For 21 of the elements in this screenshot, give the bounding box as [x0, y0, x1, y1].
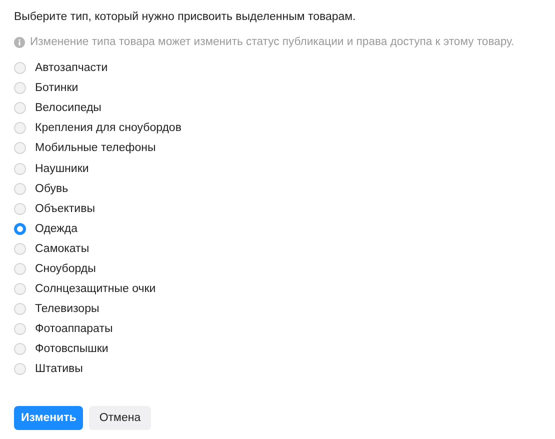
option-label[interactable]: Солнцезащитные очки: [35, 282, 156, 296]
radio-button[interactable]: [14, 222, 26, 235]
option-label[interactable]: Обувь: [35, 182, 68, 196]
option-label[interactable]: Телевизоры: [35, 302, 100, 316]
option-label[interactable]: Ботинки: [35, 81, 78, 96]
option-label[interactable]: Самокаты: [35, 242, 90, 256]
prompt-text: Выберите тип, который нужно присвоить выделенным товарам.: [14, 10, 357, 25]
cancel-button[interactable]: Отмена: [89, 406, 151, 430]
option-label[interactable]: Наушники: [35, 162, 89, 176]
option-label[interactable]: Велосипеды: [35, 101, 102, 116]
option-label[interactable]: Сноуборды: [35, 262, 96, 276]
option-label[interactable]: Штативы: [35, 362, 83, 376]
info-icon: [14, 36, 25, 48]
option-label[interactable]: Объективы: [35, 202, 95, 216]
note-text: Изменение типа товара может изменить статус публикации и права доступа к этому товару.: [30, 35, 514, 50]
option-label[interactable]: Крепления для сноубордов: [35, 121, 182, 136]
option-label[interactable]: Автозапчасти: [35, 61, 108, 76]
option-label[interactable]: Фотовспышки: [35, 342, 108, 356]
option-label[interactable]: Мобильные телефоны: [35, 141, 156, 156]
option-label[interactable]: Фотоаппараты: [35, 322, 113, 336]
option-label[interactable]: Одежда: [35, 222, 78, 236]
